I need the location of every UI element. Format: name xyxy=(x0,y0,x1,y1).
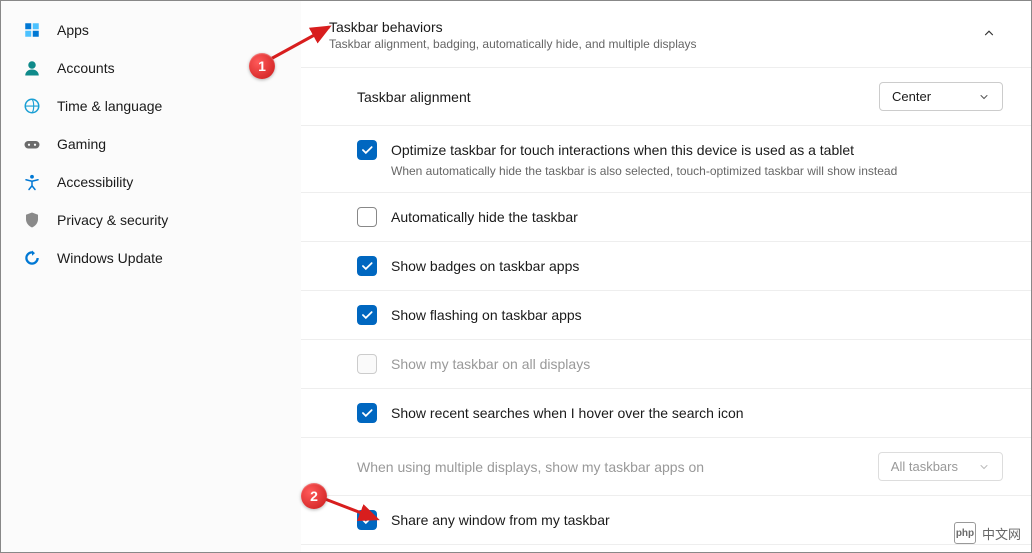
row-touch-optimize: Optimize taskbar for touch interactions … xyxy=(301,126,1031,193)
windows-update-icon xyxy=(23,249,41,267)
shield-icon xyxy=(23,211,41,229)
row-badges: Show badges on taskbar apps xyxy=(301,242,1031,291)
time-language-icon xyxy=(23,97,41,115)
watermark: php 中文网 xyxy=(954,522,1021,544)
share-checkbox[interactable] xyxy=(357,510,377,530)
sidebar-item-accessibility[interactable]: Accessibility xyxy=(1,163,301,201)
badges-checkbox[interactable] xyxy=(357,256,377,276)
select-value: Center xyxy=(892,89,931,104)
row-sublabel: When automatically hide the taskbar is a… xyxy=(357,164,897,178)
sidebar-item-label: Windows Update xyxy=(57,250,163,266)
sidebar-item-label: Gaming xyxy=(57,136,106,152)
row-label: Show recent searches when I hover over t… xyxy=(391,405,744,421)
sidebar-item-privacy-security[interactable]: Privacy & security xyxy=(1,201,301,239)
chevron-down-icon xyxy=(978,461,990,473)
sidebar-item-label: Time & language xyxy=(57,98,162,114)
sidebar-item-label: Apps xyxy=(57,22,89,38)
gaming-icon xyxy=(23,135,41,153)
touch-checkbox[interactable] xyxy=(357,140,377,160)
alignment-select[interactable]: Center xyxy=(879,82,1003,111)
row-share-window: Share any window from my taskbar xyxy=(301,496,1031,545)
sidebar-item-time-language[interactable]: Time & language xyxy=(1,87,301,125)
row-autohide: Automatically hide the taskbar xyxy=(301,193,1031,242)
accounts-icon xyxy=(23,59,41,77)
settings-sidebar: Apps Accounts Time & language Gaming Acc… xyxy=(1,1,301,552)
sidebar-item-label: Privacy & security xyxy=(57,212,168,228)
row-label: When using multiple displays, show my ta… xyxy=(357,459,704,475)
row-label: Show my taskbar on all displays xyxy=(391,356,590,372)
row-label: Taskbar alignment xyxy=(357,89,471,105)
autohide-checkbox[interactable] xyxy=(357,207,377,227)
accessibility-icon xyxy=(23,173,41,191)
row-multidisplay-apps: When using multiple displays, show my ta… xyxy=(301,438,1031,496)
row-flashing: Show flashing on taskbar apps xyxy=(301,291,1031,340)
collapse-toggle[interactable] xyxy=(975,19,1003,47)
flashing-checkbox[interactable] xyxy=(357,305,377,325)
annotation-badge-1: 1 xyxy=(249,53,275,79)
sidebar-item-apps[interactable]: Apps xyxy=(1,11,301,49)
section-title: Taskbar behaviors xyxy=(329,19,697,35)
main-content: Taskbar behaviors Taskbar alignment, bad… xyxy=(301,1,1031,552)
recent-checkbox[interactable] xyxy=(357,403,377,423)
row-all-displays: Show my taskbar on all displays xyxy=(301,340,1031,389)
sidebar-item-label: Accessibility xyxy=(57,174,133,190)
sidebar-item-windows-update[interactable]: Windows Update xyxy=(1,239,301,277)
section-header[interactable]: Taskbar behaviors Taskbar alignment, bad… xyxy=(301,1,1031,68)
apps-icon xyxy=(23,21,41,39)
row-label: Share any window from my taskbar xyxy=(391,512,610,528)
select-value: All taskbars xyxy=(891,459,958,474)
annotation-badge-2: 2 xyxy=(301,483,327,509)
watermark-logo: php xyxy=(954,522,976,544)
row-label: Show badges on taskbar apps xyxy=(391,258,579,274)
row-taskbar-alignment: Taskbar alignment Center xyxy=(301,68,1031,126)
row-label: Automatically hide the taskbar xyxy=(391,209,578,225)
alldisplays-checkbox xyxy=(357,354,377,374)
watermark-text: 中文网 xyxy=(982,524,1021,543)
row-label: Show flashing on taskbar apps xyxy=(391,307,582,323)
chevron-down-icon xyxy=(978,91,990,103)
sidebar-item-label: Accounts xyxy=(57,60,115,76)
chevron-up-icon xyxy=(982,26,996,40)
section-subtitle: Taskbar alignment, badging, automaticall… xyxy=(329,37,697,51)
multidisplay-select: All taskbars xyxy=(878,452,1003,481)
row-recent-searches: Show recent searches when I hover over t… xyxy=(301,389,1031,438)
sidebar-item-gaming[interactable]: Gaming xyxy=(1,125,301,163)
row-label: Optimize taskbar for touch interactions … xyxy=(391,142,854,158)
